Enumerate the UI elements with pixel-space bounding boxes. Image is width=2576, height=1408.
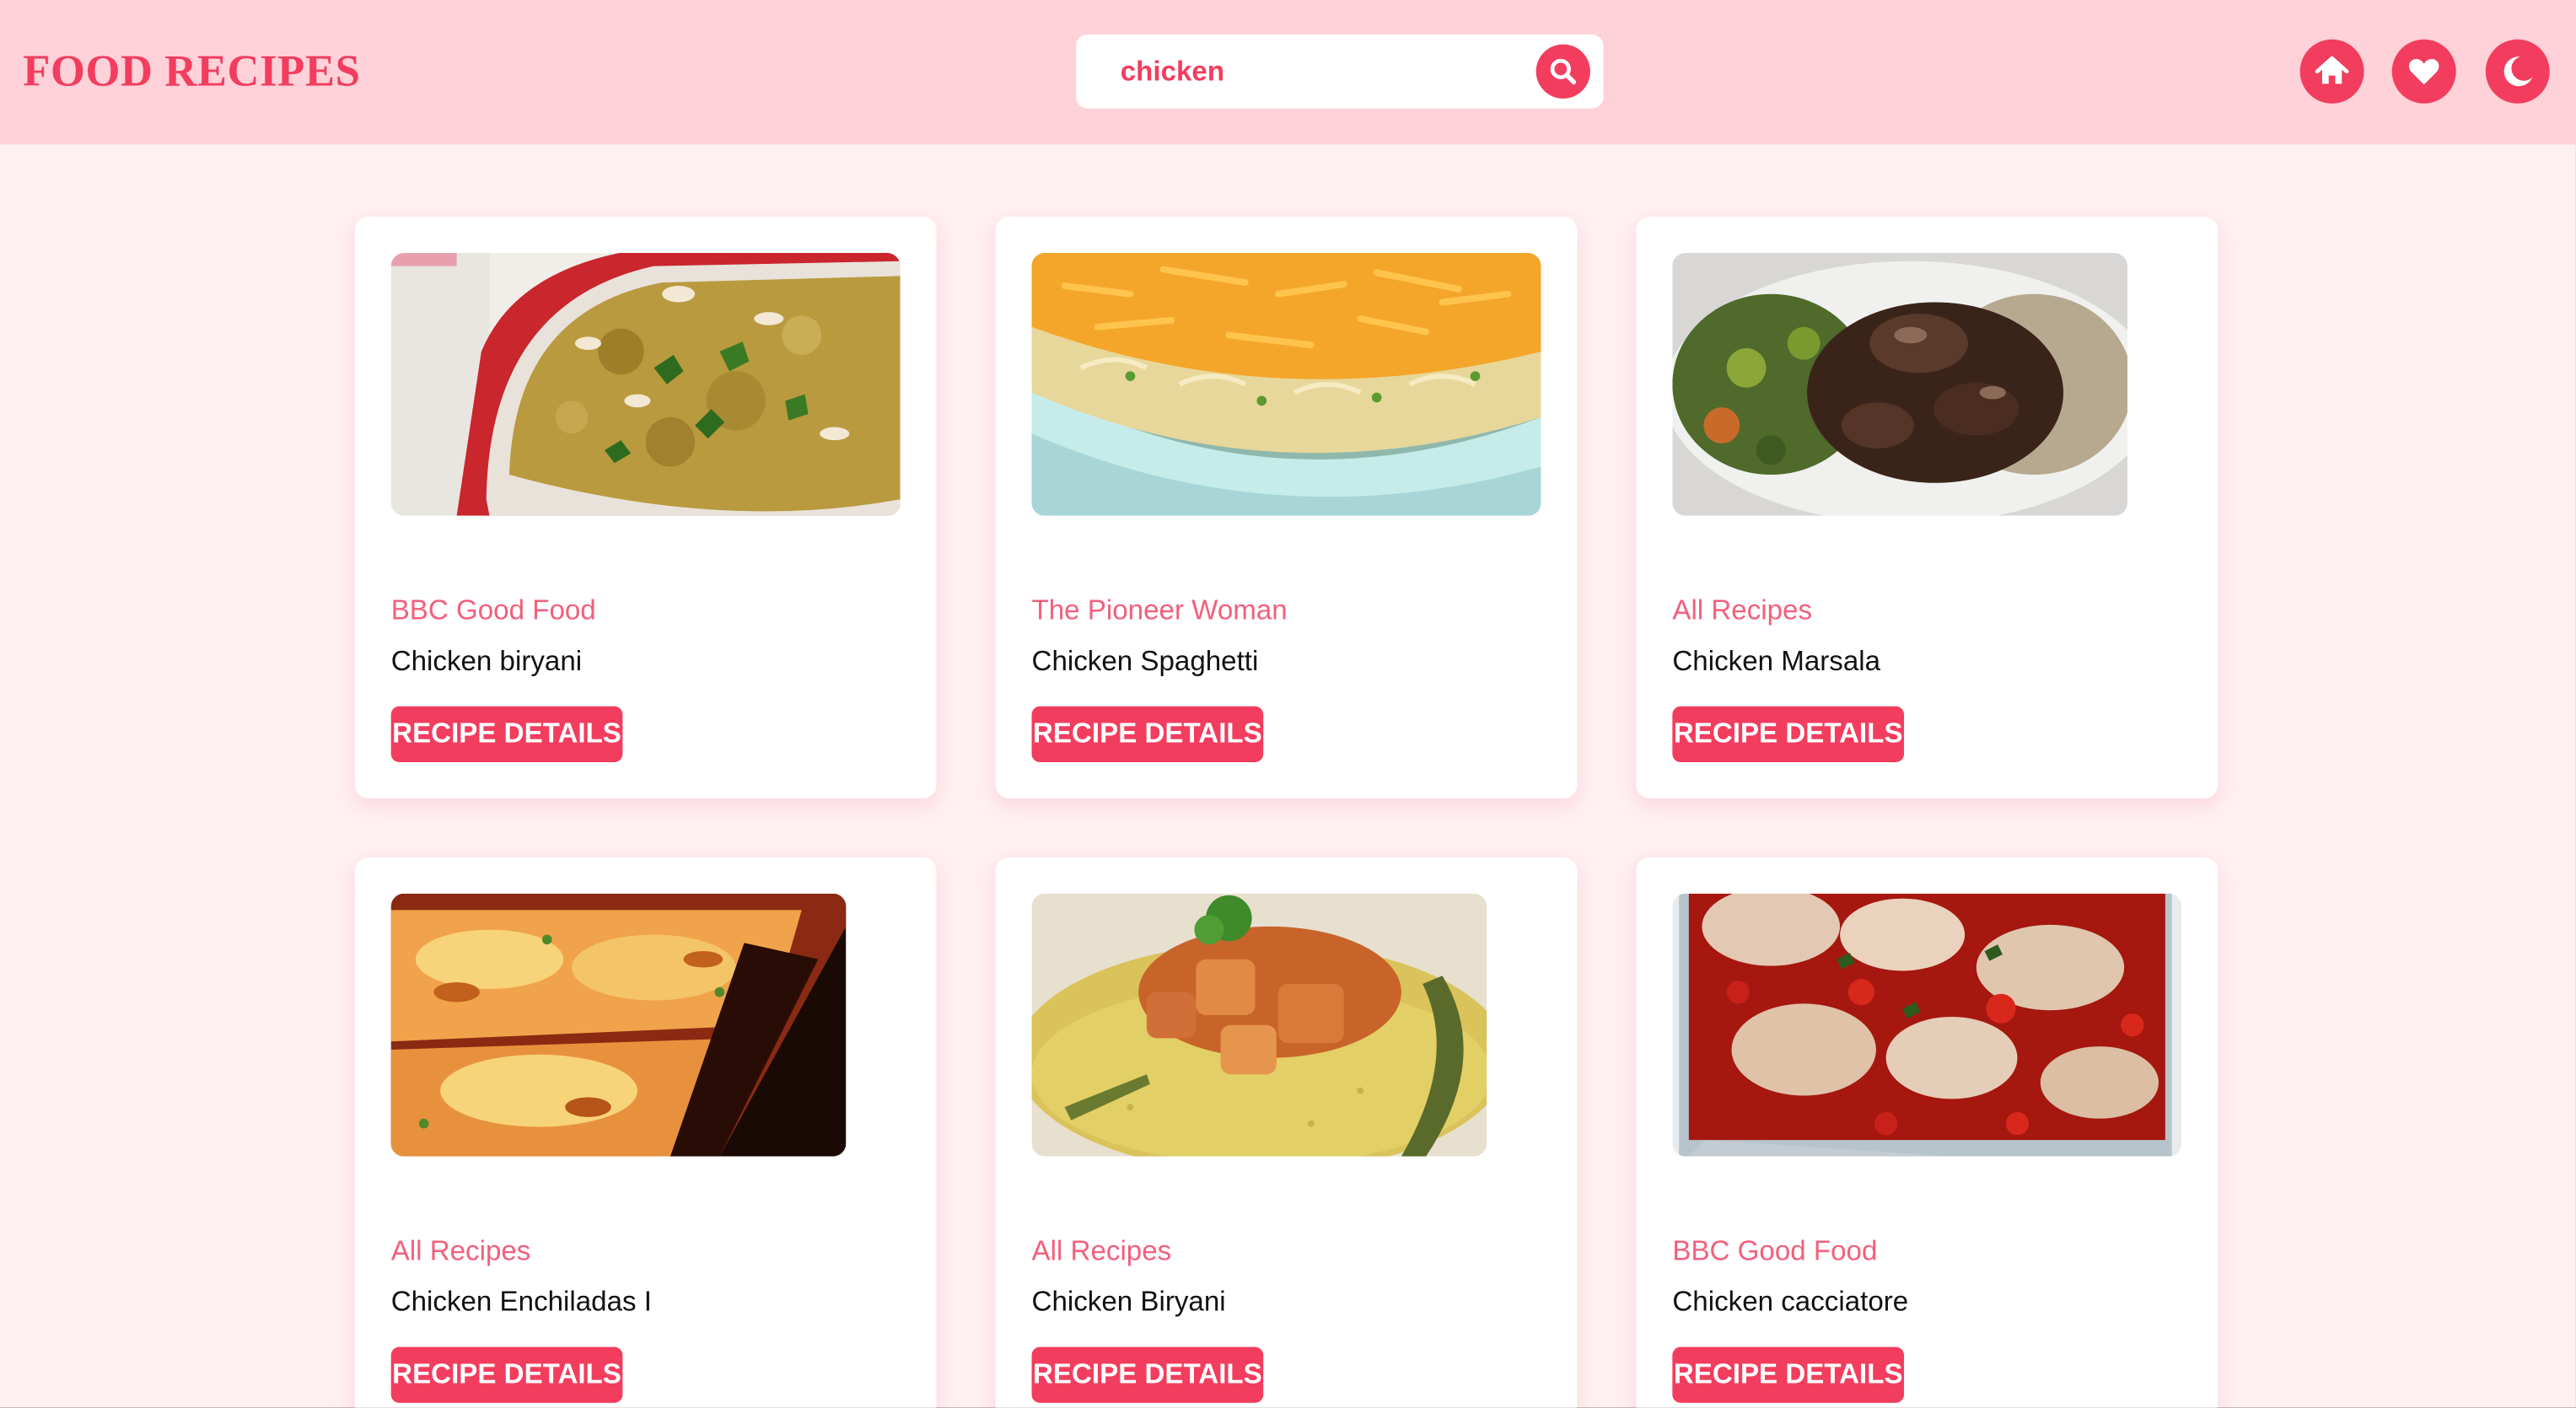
recipe-image[interactable] [1031,253,1541,516]
search-button[interactable] [1535,44,1590,99]
recipe-details-button[interactable]: RECIPE DETAILS [1672,706,1905,763]
recipe-title: Chicken Biryani [1031,1286,1226,1318]
recipe-details-button[interactable]: RECIPE DETAILS [1672,1346,1905,1403]
recipe-title: Chicken Spaghetti [1031,645,1259,677]
recipe-source: All Recipes [1031,1235,1172,1267]
recipe-details-button[interactable]: RECIPE DETAILS [1031,706,1264,763]
recipe-card: All Recipes Chicken Marsala RECIPE DETAI… [1636,217,2218,798]
recipe-details-button[interactable]: RECIPE DETAILS [390,1346,623,1403]
recipe-source: All Recipes [390,1235,531,1267]
recipe-image[interactable] [1672,253,2128,516]
recipe-title: Chicken Marsala [1672,645,1881,677]
recipe-image[interactable] [390,253,901,516]
recipe-card: BBC Good Food Chicken cacciatore RECIPE … [1636,857,2218,1408]
recipe-title: Chicken cacciatore [1672,1286,1909,1318]
recipe-image[interactable] [1031,893,1487,1157]
recipe-title: Chicken Enchiladas I [390,1286,653,1318]
recipe-card: All Recipes Chicken Biryani RECIPE DETAI… [995,857,1578,1408]
recipe-card: The Pioneer Woman Chicken Spaghetti RECI… [995,217,1578,798]
recipe-source: The Pioneer Woman [1031,594,1288,626]
recipe-card: BBC Good Food Chicken biryani RECIPE DET… [354,217,937,798]
recipe-source: BBC Good Food [1672,1235,1878,1267]
recipe-details-button[interactable]: RECIPE DETAILS [390,706,623,763]
recipe-title: Chicken biryani [390,645,583,677]
search-bar [1076,34,1604,109]
recipe-image[interactable] [1672,893,2182,1157]
heart-icon [2408,59,2439,85]
home-button[interactable] [2299,39,2364,104]
home-icon [2315,56,2349,84]
recipe-details-button[interactable]: RECIPE DETAILS [1031,1346,1264,1403]
favorites-button[interactable] [2391,39,2456,104]
recipe-source: BBC Good Food [390,594,596,626]
search-icon [1550,58,1577,85]
app-page: FOOD RECIPES chicken BBC Good Food Chick… [0,0,2576,1408]
moon-icon [2503,56,2533,87]
site-logo[interactable]: FOOD RECIPES [23,45,360,97]
top-header: FOOD RECIPES [0,0,2576,145]
recipe-image[interactable] [390,893,847,1157]
recipe-source: All Recipes [1672,594,1813,626]
dark-mode-toggle[interactable] [2485,39,2550,104]
search-input[interactable] [1102,34,1522,109]
recipe-card: All Recipes Chicken Enchiladas I RECIPE … [354,857,937,1408]
